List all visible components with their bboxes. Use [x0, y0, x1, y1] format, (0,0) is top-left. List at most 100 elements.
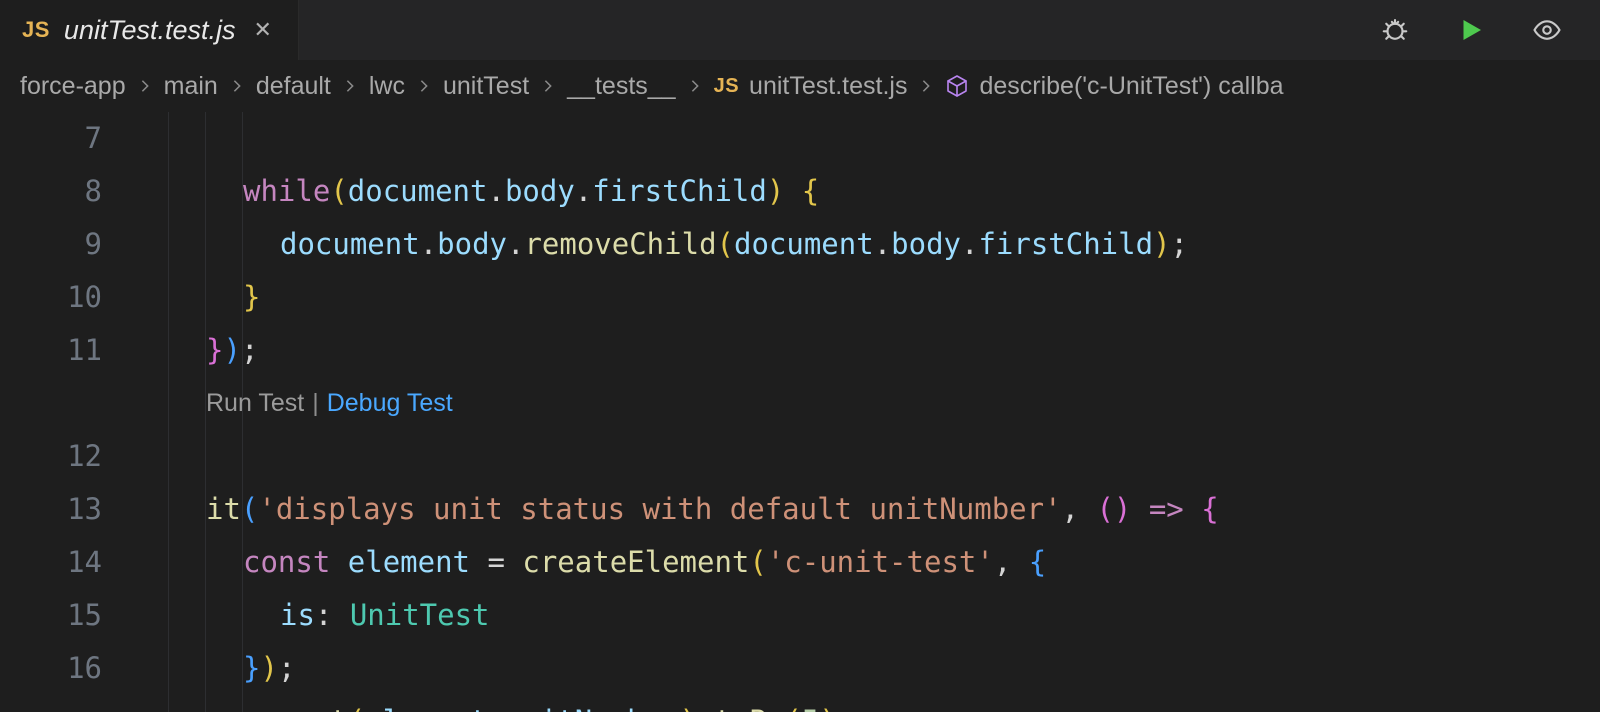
chevron-right-icon — [218, 79, 256, 93]
token: ; — [1171, 227, 1188, 261]
token: . — [575, 174, 592, 208]
breadcrumb-item[interactable]: main — [164, 72, 218, 101]
line-number: 10 — [0, 271, 102, 324]
tab-active[interactable]: JS unitTest.test.js ✕ — [0, 0, 299, 60]
codelens-debug-test[interactable]: Debug Test — [327, 377, 453, 430]
token: body — [891, 227, 961, 261]
token: ; — [278, 651, 295, 685]
token: { — [1029, 545, 1046, 579]
token: document — [280, 227, 420, 261]
breadcrumb[interactable]: force-app main default lwc unitTest __te… — [0, 60, 1600, 112]
chevron-right-icon — [676, 79, 714, 93]
tab-bar-spacer — [299, 0, 1368, 60]
token: firstChild — [592, 174, 767, 208]
token: ) — [260, 651, 277, 685]
token: = — [470, 545, 522, 579]
code-line[interactable]: it('displays unit status with default un… — [132, 430, 1600, 483]
line-number: 9 — [0, 218, 102, 271]
token: 'displays unit status with default unitN… — [258, 492, 1061, 526]
breadcrumb-label: describe('c-UnitTest') callba — [979, 72, 1283, 101]
code-line[interactable]: while(document.body.firstChild) { — [132, 112, 1600, 165]
line-number — [0, 377, 102, 430]
token: 'c-unit-test' — [767, 545, 994, 579]
token: , — [994, 545, 1029, 579]
preview-eye-icon[interactable] — [1530, 13, 1564, 47]
token: element — [365, 704, 487, 712]
codelens-run-test[interactable]: Run Test — [206, 377, 304, 430]
token: ( — [241, 492, 258, 526]
breadcrumb-item[interactable]: unitTest — [443, 72, 529, 101]
debug-icon[interactable] — [1378, 13, 1412, 47]
editor-toolbar-actions — [1368, 0, 1600, 60]
line-number: 16 — [0, 642, 102, 695]
token: createElement — [522, 545, 749, 579]
token: it — [206, 492, 241, 526]
breadcrumb-item[interactable]: describe('c-UnitTest') callba — [945, 72, 1283, 101]
token: . — [961, 227, 978, 261]
js-file-icon: JS — [22, 19, 50, 41]
line-number: 7 — [0, 112, 102, 165]
line-number: 14 — [0, 536, 102, 589]
line-number: 11 — [0, 324, 102, 377]
token: () — [1096, 492, 1131, 526]
line-number: 12 — [0, 430, 102, 483]
breadcrumb-item[interactable]: force-app — [20, 72, 126, 101]
token: 5 — [802, 704, 819, 712]
close-icon[interactable]: ✕ — [250, 17, 276, 43]
chevron-right-icon — [331, 79, 369, 93]
token: => — [1149, 492, 1184, 526]
code-editor[interactable]: 7 8 9 10 11 12 13 14 15 16 while(documen… — [0, 112, 1600, 712]
breadcrumb-label: default — [256, 72, 331, 101]
token: toBe — [714, 704, 784, 712]
breadcrumb-item[interactable]: JS unitTest.test.js — [714, 72, 908, 101]
tab-filename: unitTest.test.js — [64, 17, 236, 44]
token: document — [734, 227, 874, 261]
token: UnitTest — [350, 598, 490, 632]
token: , — [1062, 492, 1097, 526]
code-line[interactable] — [132, 324, 1600, 377]
token: . — [420, 227, 437, 261]
token: ; — [837, 704, 854, 712]
token: document — [348, 174, 488, 208]
breadcrumb-label: lwc — [369, 72, 405, 101]
code-area[interactable]: while(document.body.firstChild) { docume… — [132, 112, 1600, 712]
token: unitNumber — [505, 704, 680, 712]
token: removeChild — [524, 227, 716, 261]
token: { — [784, 174, 819, 208]
token: { — [1184, 492, 1219, 526]
chevron-right-icon — [529, 79, 567, 93]
token: . — [697, 704, 714, 712]
token: firstChild — [978, 227, 1153, 261]
token: ) — [680, 704, 697, 712]
token: is — [280, 598, 315, 632]
token: ) — [819, 704, 836, 712]
codelens-separator: | — [312, 377, 319, 430]
token: expect — [243, 704, 348, 712]
breadcrumb-label: unitTest.test.js — [749, 72, 907, 101]
package-icon — [945, 74, 969, 98]
breadcrumb-item[interactable]: default — [256, 72, 331, 101]
code-lens: Run Test | Debug Test — [132, 377, 1600, 430]
line-number: 13 — [0, 483, 102, 536]
token: const — [243, 545, 330, 579]
token: element — [348, 545, 470, 579]
token: ) — [223, 333, 240, 367]
token: . — [487, 704, 504, 712]
token: } — [206, 333, 223, 367]
js-file-icon: JS — [714, 75, 739, 98]
token: ( — [717, 227, 734, 261]
breadcrumb-label: force-app — [20, 72, 126, 101]
gutter: 7 8 9 10 11 12 13 14 15 16 — [0, 112, 132, 712]
line-number: 8 — [0, 165, 102, 218]
token: body — [505, 174, 575, 208]
breadcrumb-item[interactable]: __tests__ — [567, 72, 675, 101]
token: while — [243, 174, 330, 208]
breadcrumb-label: unitTest — [443, 72, 529, 101]
token: ( — [330, 174, 347, 208]
token: ( — [784, 704, 801, 712]
breadcrumb-label: main — [164, 72, 218, 101]
token: } — [243, 280, 260, 314]
token: . — [874, 227, 891, 261]
breadcrumb-item[interactable]: lwc — [369, 72, 405, 101]
run-icon[interactable] — [1454, 13, 1488, 47]
